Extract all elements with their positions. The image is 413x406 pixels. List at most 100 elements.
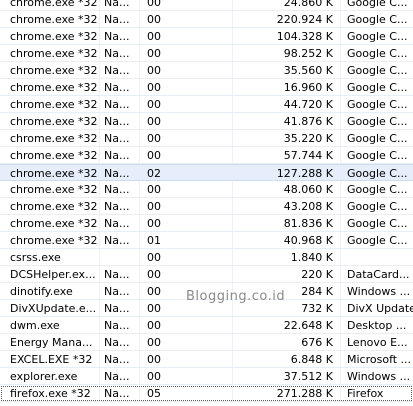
process-description: Google C... [347, 217, 408, 230]
process-description: Google C... [347, 98, 408, 111]
process-memory: 16.960 K [283, 81, 333, 94]
process-cpu: 00 [147, 302, 161, 315]
process-memory: 41.876 K [283, 115, 333, 128]
table-row[interactable]: chrome.exe *32 Na... 00 57.744 K Google C... [0, 147, 413, 164]
process-cpu: 00 [147, 268, 161, 281]
process-description: Google C... [347, 47, 408, 60]
table-row[interactable]: chrome.exe *32 Na... 02 127.288 K Google C..… [0, 164, 413, 181]
process-name: dinotify.exe [10, 285, 73, 298]
table-row[interactable]: chrome.exe *32 Na... 00 41.876 K Google C... [0, 113, 413, 130]
process-name: chrome.exe *32 [10, 149, 98, 162]
process-user: Na... [104, 285, 130, 298]
watermark-text: Blogging.co.id [186, 289, 286, 304]
process-user: Na... [104, 370, 130, 383]
process-description: Lenovo E... [347, 336, 408, 349]
process-description: Google C... [347, 183, 408, 196]
process-name: chrome.exe *32 [10, 98, 98, 111]
process-cpu: 00 [147, 13, 161, 26]
process-user: Na... [104, 268, 130, 281]
table-row[interactable]: chrome.exe *32 Na... 00 16.960 K Google C... [0, 79, 413, 96]
table-row[interactable]: chrome.exe *32 Na... 00 44.720 K Google C... [0, 96, 413, 113]
process-memory: 40.968 K [283, 234, 333, 247]
process-name: chrome.exe *32 [10, 200, 98, 213]
process-description: Google C... [347, 30, 408, 43]
process-name: chrome.exe *32 [10, 217, 98, 230]
process-cpu: 00 [147, 285, 161, 298]
process-name: chrome.exe *32 [10, 81, 98, 94]
table-row[interactable]: chrome.exe *32 Na... 00 35.560 K Google C... [0, 62, 413, 79]
process-cpu: 00 [147, 319, 161, 332]
process-user: Na... [104, 234, 130, 247]
process-memory: 44.720 K [283, 98, 333, 111]
process-memory: 57.744 K [283, 149, 333, 162]
process-name: firefox.exe *32 [10, 387, 91, 400]
process-description: Google C... [347, 115, 408, 128]
table-row[interactable]: EXCEL.EXE *32 Na... 00 6.848 K Microsoft ... [0, 351, 413, 368]
process-name: chrome.exe *32 [10, 30, 98, 43]
process-user: Na... [104, 167, 130, 180]
process-user: Na... [104, 47, 130, 60]
process-cpu: 02 [147, 167, 161, 180]
process-name: chrome.exe *32 [10, 64, 98, 77]
process-cpu: 00 [147, 132, 161, 145]
process-cpu: 00 [147, 149, 161, 162]
process-cpu: 00 [147, 0, 161, 9]
table-row[interactable]: explorer.exe Na... 00 37.512 K Windows ... [0, 368, 413, 385]
process-name: csrss.exe [10, 251, 61, 264]
process-user: Na... [104, 81, 130, 94]
table-row[interactable]: Energy Mana... Na... 00 676 K Lenovo E... [0, 334, 413, 351]
process-user: Na... [104, 217, 130, 230]
process-description: DivX Update [347, 302, 413, 315]
process-cpu: 01 [147, 234, 161, 247]
process-cpu: 00 [147, 336, 161, 349]
table-row[interactable]: chrome.exe *32 Na... 00 98.252 K Google C... [0, 45, 413, 62]
process-description: Google C... [347, 13, 408, 26]
process-cpu: 00 [147, 217, 161, 230]
process-memory: 22.648 K [283, 319, 333, 332]
process-memory: 271.288 K [276, 387, 333, 400]
table-row[interactable]: csrss.exe 00 1.840 K [0, 249, 413, 266]
process-user: Na... [104, 183, 130, 196]
table-row[interactable]: chrome.exe *32 Na... 00 48.060 K Google C... [0, 181, 413, 198]
process-memory: 220 K [301, 268, 333, 281]
process-memory: 81.836 K [283, 217, 333, 230]
process-name: chrome.exe *32 [10, 115, 98, 128]
process-memory: 104.328 K [276, 30, 333, 43]
process-name: chrome.exe *32 [10, 13, 98, 26]
process-user: Na... [104, 149, 130, 162]
table-row[interactable]: chrome.exe *32 Na... 00 24.860 K Google C... [0, 0, 413, 11]
table-row[interactable]: chrome.exe *32 Na... 00 104.328 K Google C..… [0, 28, 413, 45]
table-row[interactable]: DCSHelper.ex... Na... 00 220 K DataCard... [0, 266, 413, 283]
process-description [347, 249, 413, 266]
process-user: Na... [104, 387, 130, 400]
process-user: Na... [104, 13, 130, 26]
process-description: Google C... [347, 234, 408, 247]
table-row[interactable]: chrome.exe *32 Na... 01 40.968 K Google C... [0, 232, 413, 249]
process-description: DataCard... [347, 268, 410, 281]
process-user: Na... [104, 200, 130, 213]
table-row[interactable]: chrome.exe *32 Na... 00 81.836 K Google C... [0, 215, 413, 232]
process-description: Google C... [347, 200, 408, 213]
process-cpu: 00 [147, 98, 161, 111]
table-row[interactable]: firefox.exe *32 Na... 05 271.288 K Firefox [0, 385, 413, 402]
process-memory: 1.840 K [290, 251, 333, 264]
process-cpu: 00 [147, 370, 161, 383]
table-row[interactable]: chrome.exe *32 Na... 00 220.924 K Google C..… [0, 11, 413, 28]
process-memory: 98.252 K [283, 47, 333, 60]
process-name: chrome.exe *32 [10, 234, 98, 247]
process-cpu: 00 [147, 200, 161, 213]
table-row[interactable]: chrome.exe *32 Na... 00 35.220 K Google C... [0, 130, 413, 147]
process-name: chrome.exe *32 [10, 167, 98, 180]
table-row[interactable]: dwm.exe Na... 00 22.648 K Desktop ... [0, 317, 413, 334]
table-row[interactable]: chrome.exe *32 Na... 00 43.208 K Google C... [0, 198, 413, 215]
process-memory: 6.848 K [290, 353, 333, 366]
process-description: Microsoft ... [347, 353, 412, 366]
process-list[interactable]: chrome.exe *32 Na... 00 24.860 K Google C...… [0, 0, 413, 402]
process-memory: 35.220 K [283, 132, 333, 145]
process-user: Na... [104, 64, 130, 77]
process-memory: 48.060 K [283, 183, 333, 196]
process-user: Na... [104, 0, 130, 9]
process-description: Firefox [347, 387, 384, 400]
process-cpu: 00 [147, 30, 161, 43]
process-cpu: 05 [147, 387, 161, 400]
